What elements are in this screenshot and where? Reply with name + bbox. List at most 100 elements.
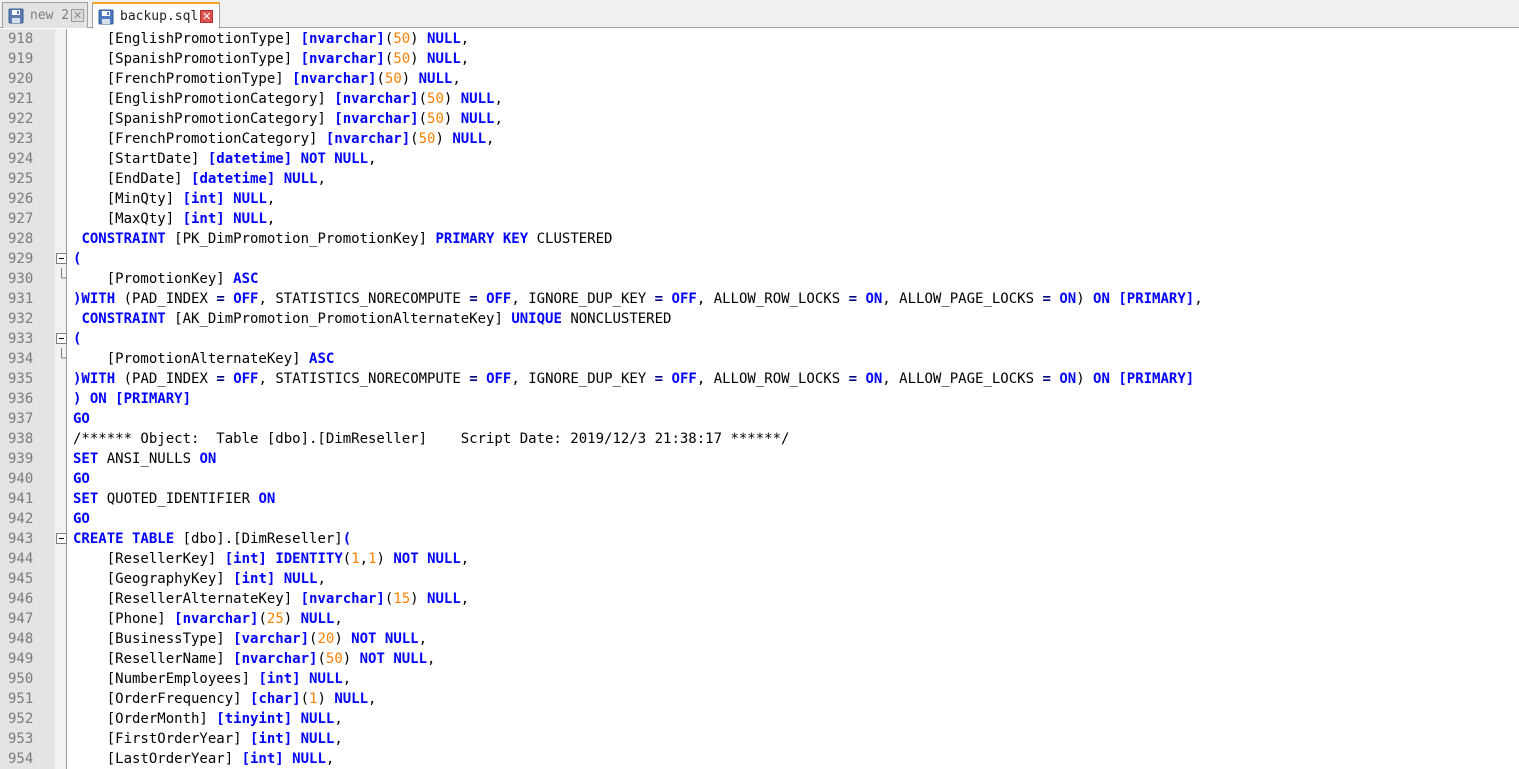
code-token: QUOTED_IDENTIFIER — [98, 491, 259, 507]
line-number: 919 — [8, 51, 34, 67]
code-editor[interactable]: 918 [EnglishPromotionType] [nvarchar](50… — [0, 29, 1519, 769]
code-token: 50 — [427, 91, 444, 107]
code-token: , IGNORE_DUP_KEY — [511, 371, 655, 387]
code-token: [PRIMARY] — [1118, 371, 1195, 387]
code-token: ) — [376, 551, 394, 567]
line-number: 953 — [8, 731, 34, 747]
code-line[interactable]: 943 CREATE TABLE [dbo].[DimReseller]( — [0, 529, 1519, 549]
code-token: [tinyint] — [216, 711, 293, 727]
code-line[interactable]: 936) ON [PRIMARY] — [0, 389, 1519, 409]
code-token: 50 — [384, 71, 402, 87]
close-icon[interactable]: ✕ — [71, 9, 85, 22]
code-line[interactable]: 946 [ResellerAlternateKey] [nvarchar](15… — [0, 589, 1519, 609]
tab-label: new 2 — [30, 8, 70, 23]
code-line[interactable]: 945 [GeographyKey] [int] NULL, — [0, 569, 1519, 589]
code-line[interactable]: 932 CONSTRAINT [AK_DimPromotion_Promotio… — [0, 309, 1519, 329]
code-token: CONSTRAINT — [81, 311, 166, 327]
code-token: [int] — [224, 551, 267, 567]
line-number: 952 — [8, 711, 34, 727]
code-line[interactable]: 931)WITH (PAD_INDEX = OFF, STATISTICS_NO… — [0, 289, 1519, 309]
tab-new-2[interactable]: new 2 ✕ — [2, 2, 88, 28]
code-token: [nvarchar] — [300, 31, 385, 47]
code-line[interactable]: 948 [BusinessType] [varchar](20) NOT NUL… — [0, 629, 1519, 649]
code-token: (PAD_INDEX — [115, 291, 217, 307]
code-token: [ResellerName] — [73, 651, 234, 667]
code-token: , — [460, 591, 470, 607]
code-token: NOT NULL — [393, 551, 461, 567]
code-line[interactable]: 921 [EnglishPromotionCategory] [nvarchar… — [0, 89, 1519, 109]
code-line[interactable]: 934 [PromotionAlternateKey] ASC — [0, 347, 1519, 369]
code-line[interactable]: 944 [ResellerKey] [int] IDENTITY(1,1) NO… — [0, 549, 1519, 569]
code-token: NOT NULL — [359, 651, 428, 667]
code-token: ) — [1076, 371, 1094, 387]
code-token: [PRIMARY] — [115, 391, 192, 407]
code-line[interactable]: 941 SET QUOTED_IDENTIFIER ON — [0, 489, 1519, 509]
code-token: ( — [376, 71, 385, 87]
code-line[interactable]: 924 [StartDate] [datetime] NOT NULL, — [0, 149, 1519, 169]
fold-minus-icon[interactable] — [56, 333, 67, 344]
code-line[interactable]: 918 [EnglishPromotionType] [nvarchar](50… — [0, 29, 1519, 49]
code-token: ( — [317, 651, 326, 667]
line-number: 933 — [8, 331, 34, 347]
code-token: [LastOrderYear] — [73, 751, 242, 767]
code-line[interactable]: 920 [FrenchPromotionType] [nvarchar](50)… — [0, 69, 1519, 89]
code-line[interactable]: 930 [PromotionKey] ASC — [0, 267, 1519, 289]
code-token: ON — [1059, 291, 1077, 307]
code-token: [ResellerKey] — [73, 551, 225, 567]
code-line[interactable]: 947 [Phone] [nvarchar](25) NULL, — [0, 609, 1519, 629]
code-line[interactable]: 939 SET ANSI_NULLS ON — [0, 449, 1519, 469]
line-number: 944 — [8, 551, 34, 567]
code-token: [NumberEmployees] — [73, 671, 259, 687]
code-line[interactable]: 935)WITH (PAD_INDEX = OFF, STATISTICS_NO… — [0, 369, 1519, 389]
code-line[interactable]: 928 CONSTRAINT [PK_DimPromotion_Promotio… — [0, 229, 1519, 249]
code-line[interactable]: 954 [LastOrderYear] [int] NULL, — [0, 749, 1519, 769]
code-line[interactable]: 938 /****** Object: Table [dbo].[DimResel… — [0, 429, 1519, 449]
line-number: 929 — [8, 251, 34, 267]
code-token: 50 — [325, 651, 343, 667]
code-line[interactable]: 942 GO — [0, 509, 1519, 529]
tab-backup-sql[interactable]: backup.sql ✕ — [92, 2, 220, 29]
line-number: 940 — [8, 471, 34, 487]
code-line[interactable]: 923 [FrenchPromotionCategory] [nvarchar]… — [0, 129, 1519, 149]
code-token: , — [325, 751, 335, 767]
code-text: [SpanishPromotionCategory] [nvarchar](50… — [73, 109, 503, 129]
code-token: [OrderMonth] — [73, 711, 217, 727]
code-line[interactable]: 933 ( — [0, 329, 1519, 349]
code-token: (PAD_INDEX — [115, 371, 217, 387]
code-text: [MinQty] [int] NULL, — [73, 189, 276, 209]
code-token: [int] — [233, 571, 276, 587]
code-token: , ALLOW_ROW_LOCKS — [696, 291, 849, 307]
fold-end-marker — [56, 347, 67, 360]
code-line[interactable]: 953 [FirstOrderYear] [int] NULL, — [0, 729, 1519, 749]
code-line[interactable]: 940 GO — [0, 469, 1519, 489]
code-line[interactable]: 922 [SpanishPromotionCategory] [nvarchar… — [0, 109, 1519, 129]
code-line[interactable]: 925 [EndDate] [datetime] NULL, — [0, 169, 1519, 189]
code-token: [StartDate] — [73, 151, 208, 167]
code-token: [SpanishPromotionCategory] — [73, 111, 335, 127]
line-number: 938 — [8, 431, 34, 447]
code-line[interactable]: 949 [ResellerName] [nvarchar](50) NOT NU… — [0, 649, 1519, 669]
fold-minus-icon[interactable] — [56, 253, 67, 264]
code-token: ASC — [233, 271, 259, 287]
code-line[interactable]: 926 [MinQty] [int] NULL, — [0, 189, 1519, 209]
code-line[interactable]: 950 [NumberEmployees] [int] NULL, — [0, 669, 1519, 689]
code-line[interactable]: 929 ( — [0, 249, 1519, 269]
code-token: , — [418, 631, 428, 647]
code-token: [PRIMARY] — [1118, 291, 1195, 307]
code-line[interactable]: 919 [SpanishPromotionType] [nvarchar](50… — [0, 49, 1519, 69]
code-text: [PromotionKey] ASC — [73, 269, 259, 289]
code-line[interactable]: 952 [OrderMonth] [tinyint] NULL, — [0, 709, 1519, 729]
code-line[interactable]: 927 [MaxQty] [int] NULL, — [0, 209, 1519, 229]
line-number: 939 — [8, 451, 34, 467]
line-number: 950 — [8, 671, 34, 687]
code-line[interactable]: 951 [OrderFrequency] [char](1) NULL, — [0, 689, 1519, 709]
code-token: [nvarchar] — [300, 591, 385, 607]
fold-minus-icon[interactable] — [56, 533, 67, 544]
code-line[interactable]: 937 GO — [0, 409, 1519, 429]
close-icon[interactable]: ✕ — [200, 10, 214, 23]
code-token: [nvarchar] — [292, 71, 377, 87]
code-token: 1 — [351, 551, 360, 567]
